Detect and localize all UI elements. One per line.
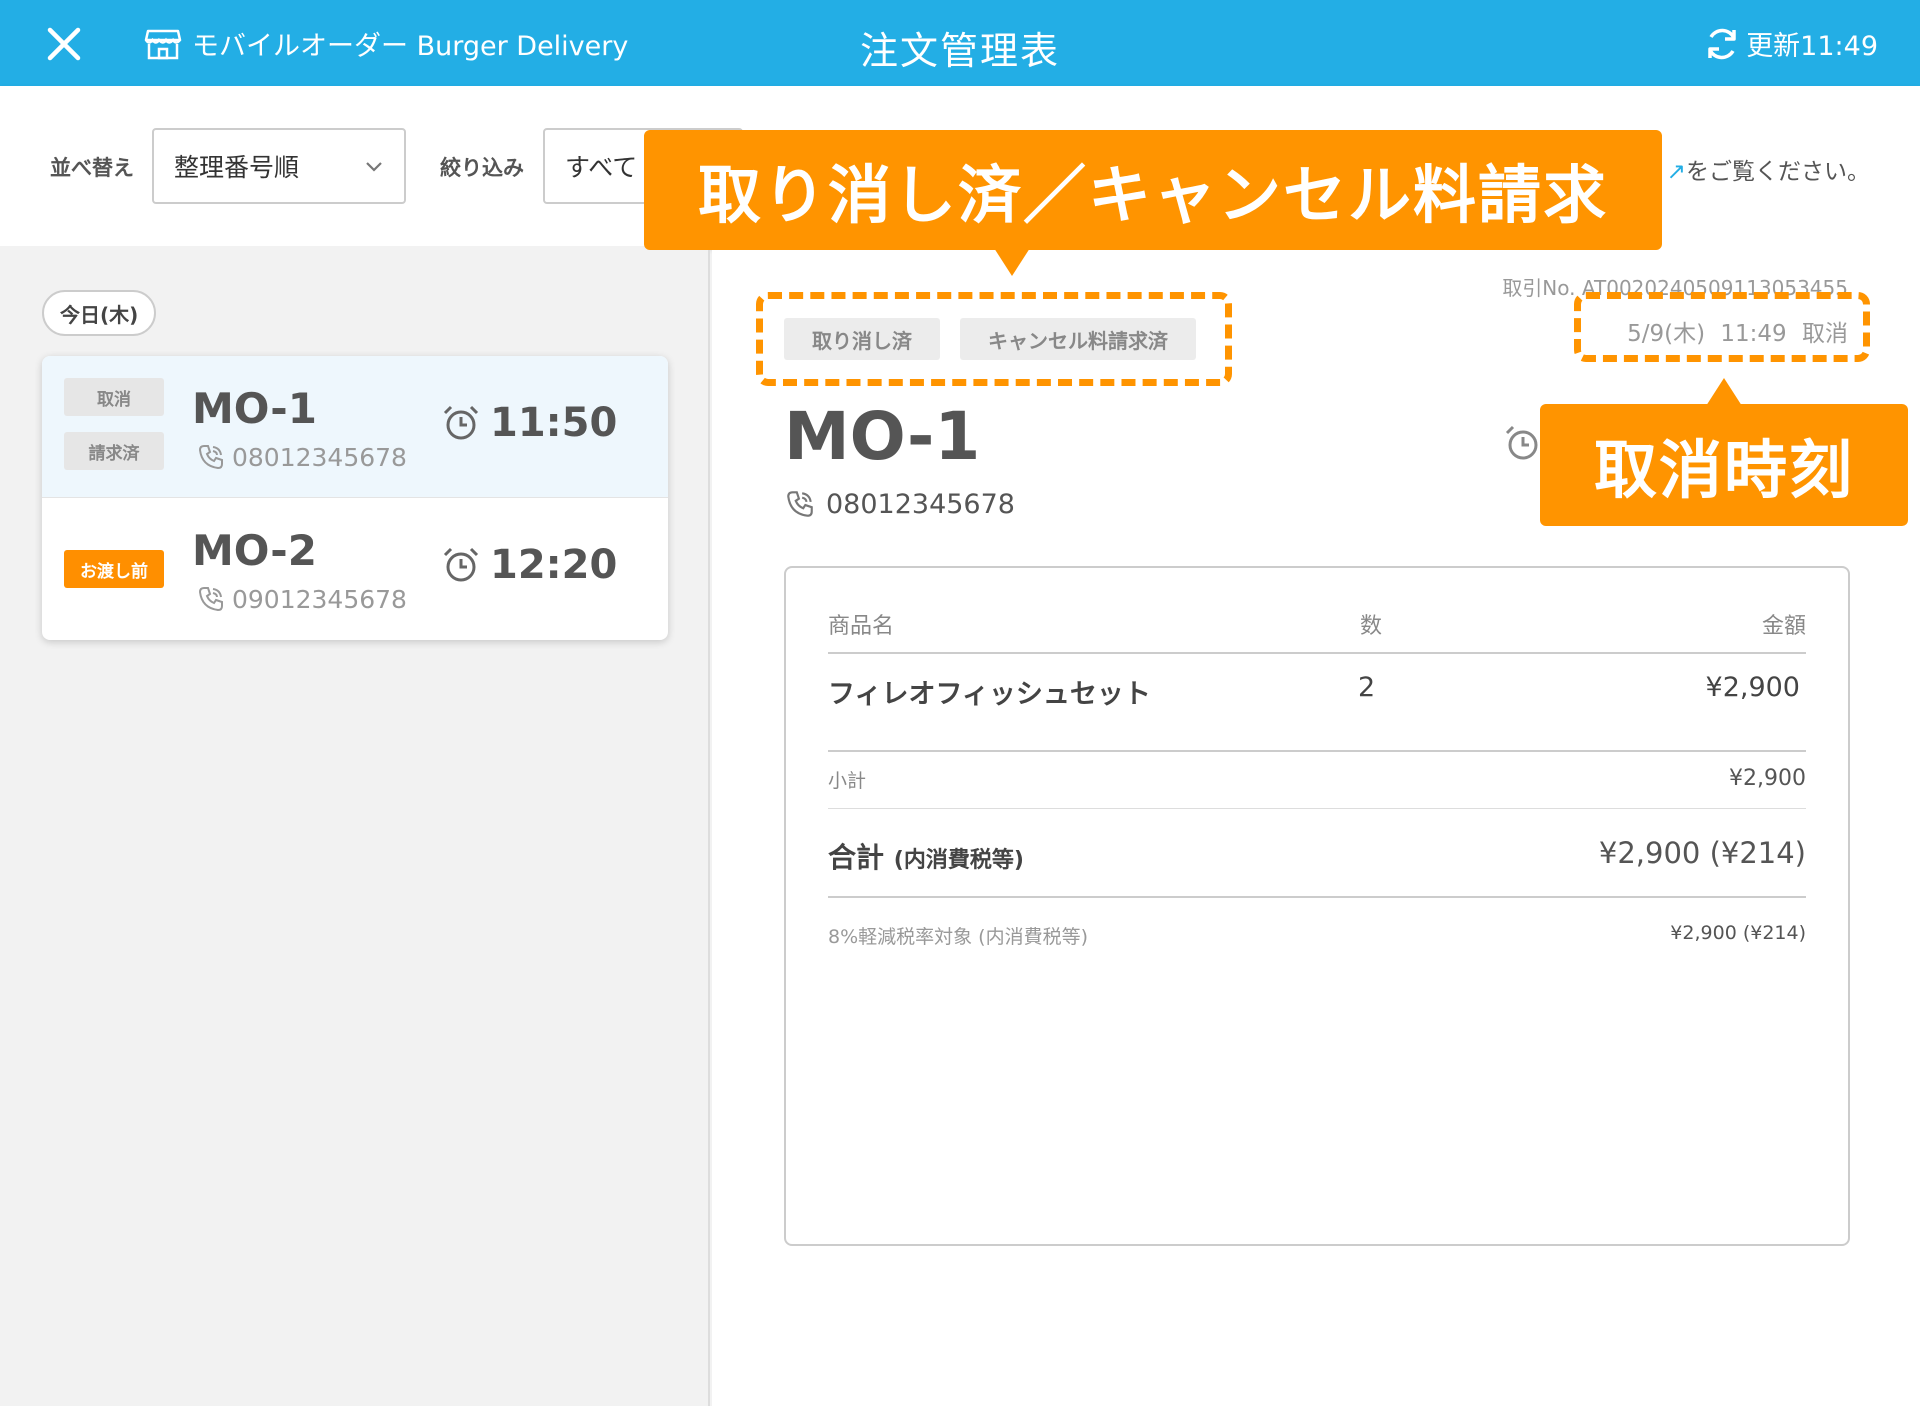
tax-value: ¥2,900 (¥214) bbox=[1670, 922, 1806, 944]
highlight-cancel-time bbox=[1574, 292, 1870, 362]
phone-icon bbox=[787, 491, 813, 517]
app-header: モバイルオーダー Burger Delivery 注文管理表 更新11:49 bbox=[0, 0, 1920, 86]
refresh-button[interactable]: 更新11:49 bbox=[1704, 24, 1878, 63]
order-phone-text: 08012345678 bbox=[232, 442, 407, 472]
filter-label: 絞り込み bbox=[440, 156, 524, 180]
total-label: 合計 bbox=[828, 841, 885, 874]
header-product: 商品名 bbox=[828, 614, 895, 639]
order-phone-text: 09012345678 bbox=[232, 584, 407, 614]
external-link-icon: ↗ bbox=[1666, 159, 1686, 185]
callout-cancel-time: 取消時刻 bbox=[1540, 378, 1908, 526]
subtotal-value: ¥2,900 bbox=[1729, 766, 1806, 791]
sort-select[interactable]: 整理番号順 bbox=[152, 128, 406, 204]
alarm-clock-icon bbox=[1505, 425, 1538, 460]
item-qty: 2 bbox=[1358, 672, 1376, 703]
filter-value: すべて bbox=[565, 153, 638, 182]
divider bbox=[828, 652, 1806, 654]
page-title: 注文管理表 bbox=[859, 29, 1060, 73]
chevron-down-icon bbox=[366, 162, 382, 172]
order-number: MO-1 bbox=[192, 384, 317, 433]
divider bbox=[828, 750, 1806, 752]
badge-cancelled: 取消 bbox=[64, 378, 164, 416]
divider bbox=[828, 808, 1806, 809]
order-phone: 08012345678 bbox=[196, 442, 407, 472]
item-name: フィレオフィッシュセット bbox=[828, 679, 1151, 710]
order-time: 12:20 bbox=[442, 542, 617, 588]
divider bbox=[828, 896, 1806, 898]
tax-label: 8%軽減税率対象 (内消費税等) bbox=[828, 926, 1089, 948]
order-items-card: 商品名 数 金額 フィレオフィッシュセット 2 ¥2,900 小計 ¥2,900… bbox=[784, 566, 1850, 1246]
total-value: ¥2,900 (¥214) bbox=[1598, 836, 1806, 870]
phone-icon bbox=[198, 445, 223, 470]
order-number: MO-2 bbox=[192, 526, 317, 575]
help-note-text: をご覧ください。 bbox=[1686, 159, 1870, 185]
highlight-status-tags bbox=[756, 292, 1232, 386]
total-label-group: 合計 (内消費税等) bbox=[828, 836, 1024, 876]
header-qty: 数 bbox=[1360, 614, 1383, 639]
subtotal-label: 小計 bbox=[828, 770, 867, 792]
phone-icon bbox=[198, 587, 223, 612]
refresh-label: 更新11:49 bbox=[1746, 31, 1878, 62]
order-list: 取消 請求済 MO-1 08012345678 11:50 お渡し前 MO-2 … bbox=[42, 356, 668, 640]
order-time: 11:50 bbox=[442, 400, 617, 446]
badge-before-handover: お渡し前 bbox=[64, 550, 164, 588]
item-amount: ¥2,900 bbox=[1705, 672, 1800, 703]
alarm-clock-icon bbox=[443, 547, 479, 582]
header-amount: 金額 bbox=[1761, 614, 1806, 639]
help-note[interactable]: ↗をご覧ください。 bbox=[1667, 152, 1870, 186]
detail-order-number: MO-1 bbox=[784, 398, 981, 475]
total-sub-label: (内消費税等) bbox=[893, 848, 1024, 873]
order-time-text: 12:20 bbox=[490, 542, 618, 588]
callout-status: 取り消し済／キャンセル料請求 bbox=[644, 130, 1662, 276]
date-chip[interactable]: 今日(木) bbox=[42, 290, 157, 336]
badge-billed: 請求済 bbox=[64, 432, 164, 470]
detail-phone: 08012345678 bbox=[784, 488, 1015, 520]
refresh-icon bbox=[1708, 28, 1736, 59]
order-item-mo-2[interactable]: お渡し前 MO-2 09012345678 12:20 bbox=[42, 498, 668, 640]
order-item-mo-1[interactable]: 取消 請求済 MO-1 08012345678 11:50 bbox=[42, 356, 668, 498]
sort-value: 整理番号順 bbox=[174, 153, 300, 182]
sort-label: 並べ替え bbox=[50, 156, 134, 180]
detail-phone-text: 08012345678 bbox=[826, 488, 1015, 520]
alarm-clock-icon bbox=[443, 405, 479, 440]
order-phone: 09012345678 bbox=[196, 584, 407, 614]
order-time-text: 11:50 bbox=[490, 400, 618, 446]
order-list-pane: 今日(木) 取消 請求済 MO-1 08012345678 11:50 お渡し前… bbox=[0, 246, 710, 1406]
